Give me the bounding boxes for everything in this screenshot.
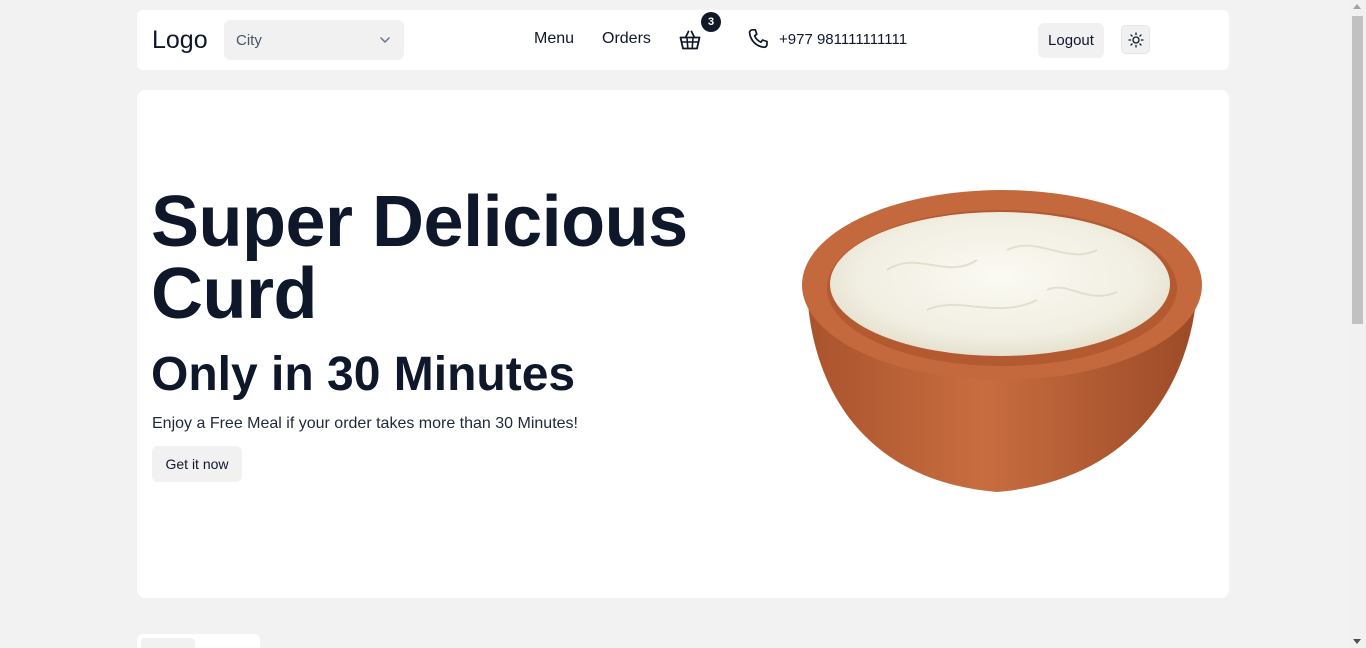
hero-title: Super Delicious Curd bbox=[151, 182, 688, 334]
basket-icon bbox=[679, 30, 701, 50]
next-section-card bbox=[137, 634, 260, 648]
hero-description: Enjoy a Free Meal if your order takes mo… bbox=[152, 415, 578, 432]
city-select[interactable]: City bbox=[224, 20, 404, 60]
sun-icon bbox=[1127, 31, 1144, 48]
scrollbar-thumb[interactable] bbox=[1352, 16, 1363, 324]
hero-banner: Super Delicious Curd Only in 30 Minutes … bbox=[137, 90, 1229, 598]
phone-contact[interactable]: +977 981111111111 bbox=[746, 27, 907, 51]
scroll-up-arrow[interactable] bbox=[1353, 4, 1361, 9]
get-it-now-button[interactable]: Get it now bbox=[152, 446, 242, 482]
scroll-down-arrow[interactable] bbox=[1353, 639, 1361, 644]
hero-subtitle: Only in 30 Minutes bbox=[151, 348, 576, 401]
cart-count-badge: 3 bbox=[701, 12, 721, 32]
phone-number: +977 981111111111 bbox=[779, 30, 908, 48]
phone-icon bbox=[748, 28, 768, 49]
curd-bowl-image bbox=[802, 190, 1202, 492]
chevron-down-icon bbox=[380, 37, 390, 43]
logout-button[interactable]: Logout bbox=[1038, 23, 1104, 58]
logo[interactable]: Logo bbox=[152, 26, 208, 55]
next-section-chip[interactable] bbox=[141, 638, 195, 648]
city-select-value: City bbox=[236, 31, 262, 49]
page-scrollbar[interactable] bbox=[1349, 0, 1366, 648]
top-navbar: Logo City Menu Orders 3 +977 98111111111… bbox=[137, 10, 1229, 70]
nav-orders-link[interactable]: Orders bbox=[602, 30, 651, 48]
cart-button[interactable] bbox=[678, 28, 702, 52]
nav-menu-link[interactable]: Menu bbox=[534, 30, 574, 48]
theme-toggle-button[interactable] bbox=[1121, 25, 1150, 54]
